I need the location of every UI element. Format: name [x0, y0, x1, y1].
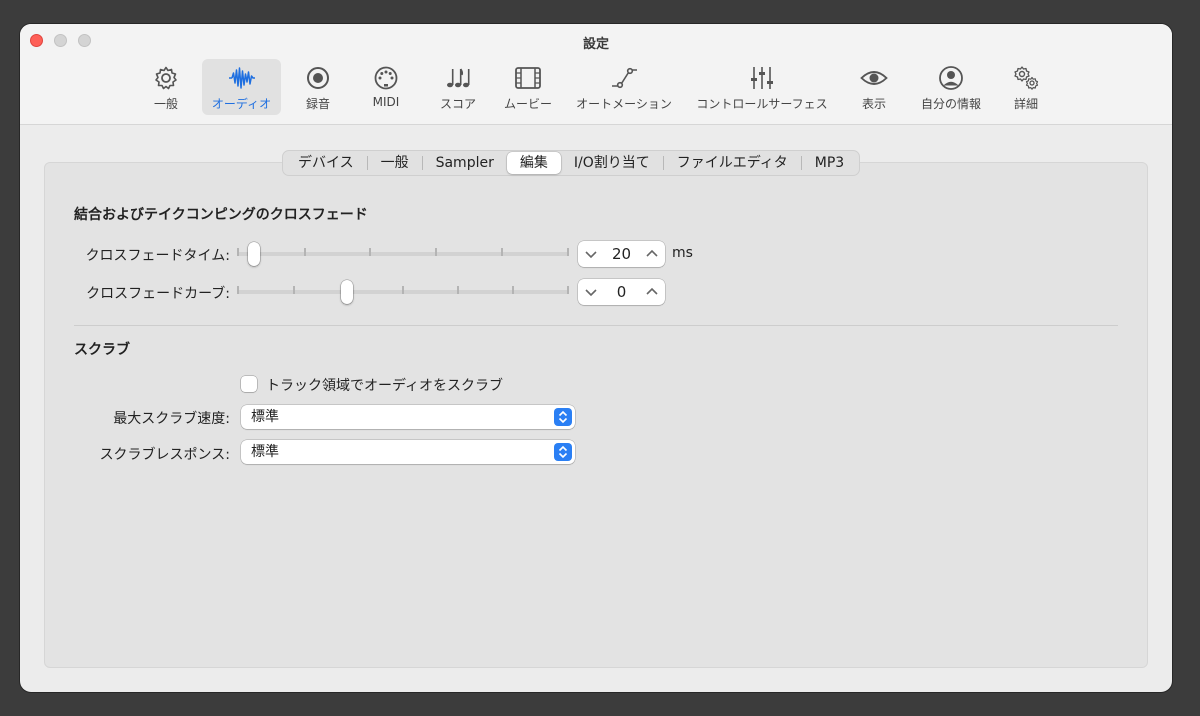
record-icon	[307, 67, 329, 89]
max-scrub-speed-popup[interactable]: 標準	[241, 405, 575, 429]
toolbar-label-score: スコア	[439, 97, 476, 111]
toolbar-label-view: 表示	[861, 97, 886, 111]
toolbar-item-view[interactable]: 表示	[856, 59, 892, 115]
tab-editing[interactable]: 編集	[506, 152, 561, 174]
scrub-audio-checkbox[interactable]	[241, 376, 257, 392]
scrub-response-popup[interactable]: 標準	[241, 440, 575, 464]
slider-tick	[369, 248, 371, 256]
toolbar-label-record: 録音	[305, 97, 330, 111]
crossfade-curve-slider[interactable]	[237, 280, 569, 304]
gear-icon	[155, 66, 177, 90]
chevron-up-icon[interactable]	[641, 279, 663, 305]
chevron-down-icon[interactable]	[580, 241, 602, 267]
slider-tick	[457, 286, 459, 294]
toolbar-item-movie[interactable]: ムービー	[500, 59, 556, 115]
toolbar-item-record[interactable]: 録音	[298, 59, 338, 115]
slider-tick	[237, 286, 239, 294]
crossfade-curve-label: クロスフェードカーブ:	[86, 286, 230, 302]
crossfade-curve-value[interactable]: 0	[602, 279, 641, 305]
slider-tick	[293, 286, 295, 294]
chevron-down-icon[interactable]	[580, 279, 602, 305]
crossfade-time-label: クロスフェードタイム:	[85, 248, 230, 264]
slider-tick	[435, 248, 437, 256]
tab-sampler[interactable]: Sampler	[423, 152, 507, 174]
slider-tick	[567, 286, 569, 294]
crossfade-time-slider[interactable]	[237, 242, 569, 266]
slider-tick	[304, 248, 306, 256]
toolbar-label-automation: オートメーション	[576, 97, 672, 111]
crossfade-time-stepper[interactable]: 20	[578, 241, 665, 267]
toolbar-label-movie: ムービー	[503, 97, 552, 111]
toolbar-label-my-info: 自分の情報	[920, 97, 981, 111]
toolbar-label-general: 一般	[153, 97, 178, 111]
tab-devices[interactable]: デバイス	[285, 152, 367, 174]
tab-general[interactable]: 一般	[368, 152, 422, 174]
tab-io-assignments[interactable]: I/O割り当て	[561, 152, 663, 174]
toolbar-item-automation[interactable]: オートメーション	[574, 59, 674, 115]
toolbar-item-my-info[interactable]: 自分の情報	[916, 59, 986, 115]
person-circle-icon	[939, 66, 963, 90]
film-icon	[515, 67, 541, 89]
sliders-icon	[751, 67, 773, 89]
toolbar-item-control-surfaces[interactable]: コントロールサーフェス	[692, 59, 832, 115]
scrub-response-value: 標準	[251, 444, 279, 460]
titlebar: 設定 一般 オーディオ 録音 MIDI スコア ムービー オートメーション コン…	[20, 24, 1172, 125]
slider-tick	[237, 248, 239, 256]
toolbar-label-control-surfaces: コントロールサーフェス	[696, 97, 828, 111]
midi-connector-icon	[374, 66, 398, 90]
automation-curve-icon	[612, 67, 637, 89]
tab-bar: デバイス 一般 Sampler 編集 I/O割り当て ファイルエディタ MP3	[282, 150, 861, 176]
popup-arrows-icon	[554, 443, 572, 461]
window-title: 設定	[582, 37, 609, 52]
toolbar-item-score[interactable]: スコア	[434, 59, 482, 115]
scrub-audio-checkbox-label[interactable]: トラック領域でオーディオをスクラブ	[266, 375, 503, 395]
slider-tick	[567, 248, 569, 256]
toolbar-label-advanced: 詳細	[1013, 97, 1038, 111]
crossfade-section-title: 結合およびテイクコンピングのクロスフェード	[74, 207, 368, 223]
eye-icon	[860, 71, 888, 85]
tab-mp3[interactable]: MP3	[802, 152, 857, 174]
scrub-response-label: スクラブレスポンス:	[99, 447, 230, 463]
section-divider	[74, 325, 1118, 326]
slider-knob[interactable]	[340, 280, 353, 304]
waveform-icon	[228, 67, 255, 89]
slider-track	[237, 252, 569, 256]
toolbar-item-midi[interactable]: MIDI	[366, 59, 406, 115]
toolbar-item-advanced[interactable]: 詳細	[1006, 59, 1046, 115]
settings-window: 設定 一般 オーディオ 録音 MIDI スコア ムービー オートメーション コン…	[20, 24, 1172, 692]
toolbar-label-audio: オーディオ	[211, 97, 272, 111]
crossfade-time-value[interactable]: 20	[602, 241, 641, 267]
toolbar-item-audio[interactable]: オーディオ	[202, 59, 281, 115]
tab-file-editor[interactable]: ファイルエディタ	[664, 152, 801, 174]
toolbar-label-midi: MIDI	[372, 95, 400, 109]
crossfade-curve-stepper[interactable]: 0	[578, 279, 665, 305]
popup-arrows-icon	[554, 408, 572, 426]
scrub-section-title: スクラブ	[74, 342, 130, 358]
max-scrub-speed-value: 標準	[251, 409, 279, 425]
slider-tick	[402, 286, 404, 294]
music-notes-icon	[447, 68, 470, 88]
max-scrub-speed-label: 最大スクラブ速度:	[113, 411, 230, 427]
slider-knob[interactable]	[247, 242, 260, 266]
slider-tick	[512, 286, 514, 294]
toolbar-item-general[interactable]: 一般	[146, 59, 186, 115]
crossfade-time-unit: ms	[672, 245, 693, 261]
slider-tick	[501, 248, 503, 256]
chevron-up-icon[interactable]	[641, 241, 663, 267]
gears-icon	[1014, 66, 1039, 90]
